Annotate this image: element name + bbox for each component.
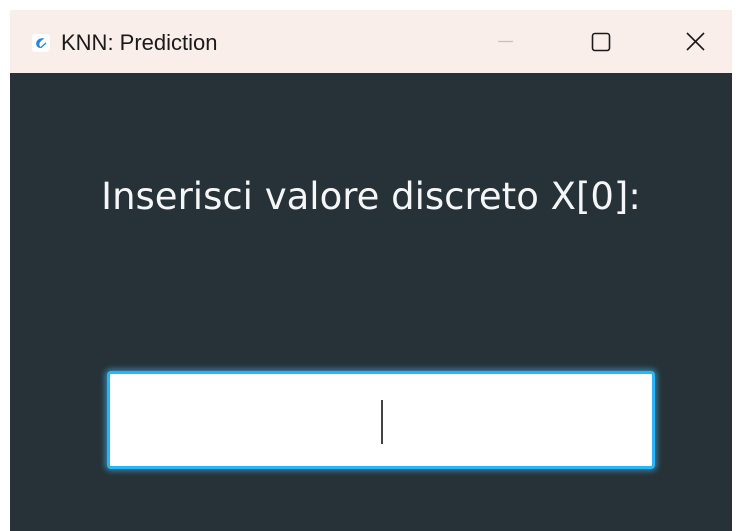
feather-app-icon [32,34,50,52]
title-bar[interactable]: KNN: Prediction [10,10,732,73]
close-button[interactable] [660,10,730,73]
window-title: KNN: Prediction [61,30,218,55]
app-window: KNN: Prediction Inserisci valore discret… [10,10,732,531]
input-prompt-label: Inserisci valore discreto X[0]: [101,175,641,218]
value-input-box[interactable] [107,371,655,469]
text-caret [381,400,383,444]
dialog-content: Inserisci valore discreto X[0]: [10,73,732,531]
minimize-button[interactable] [470,10,540,73]
maximize-button[interactable] [565,10,635,73]
